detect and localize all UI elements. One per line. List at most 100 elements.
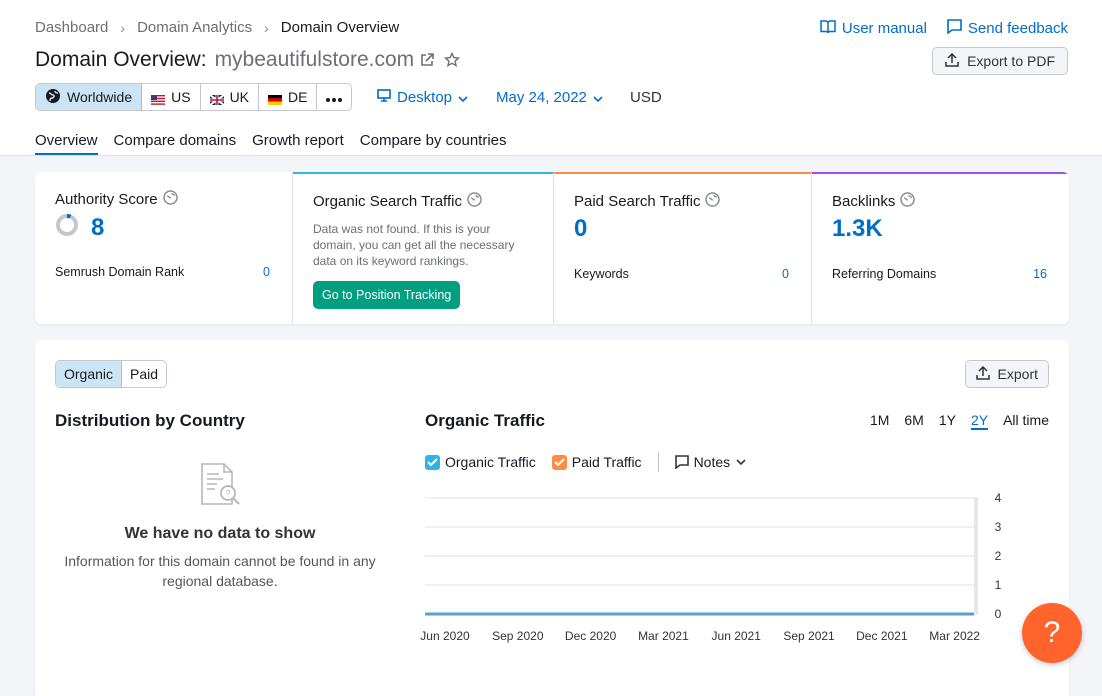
period-1m[interactable]: 1M — [870, 412, 889, 430]
db-us[interactable]: US — [142, 84, 201, 110]
organic-title: Organic Search Traffic — [313, 193, 462, 210]
organic-traffic-title: Organic Traffic — [425, 411, 545, 430]
period-2y[interactable]: 2Y — [970, 412, 989, 430]
no-data-block: ? We have no data to show Information fo… — [55, 460, 385, 591]
breadcrumb-current: Domain Overview — [280, 19, 400, 36]
info-icon[interactable] — [705, 192, 721, 211]
star-icon[interactable] — [444, 52, 461, 68]
domain-rank-label: Semrush Domain Rank — [55, 265, 185, 279]
go-to-position-tracking-button[interactable]: Go to Position Tracking — [313, 281, 461, 309]
globe-icon — [45, 88, 61, 107]
title-label: Domain Overview: — [35, 48, 207, 71]
db-de[interactable]: DE — [259, 84, 318, 110]
no-data-text: Information for this domain cannot be fo… — [64, 553, 376, 589]
organic-no-data-text: Data was not found. If this is your doma… — [313, 222, 515, 268]
legend-organic-traffic[interactable]: Organic Traffic — [425, 454, 536, 470]
info-icon[interactable] — [467, 192, 482, 211]
user-manual-link[interactable]: User manual — [820, 19, 927, 38]
device-label: Desktop — [397, 89, 453, 106]
chevron-down-icon — [458, 89, 468, 106]
db-uk[interactable]: UK — [200, 84, 260, 110]
document-search-icon: ? — [194, 463, 246, 516]
notes-dropdown[interactable]: Notes — [674, 454, 747, 470]
referring-domains-value[interactable]: 16 — [1033, 267, 1047, 281]
x-tick-label: Jun 2020 — [420, 629, 470, 643]
notes-label: Notes — [693, 454, 731, 470]
us-flag-icon — [151, 92, 166, 105]
organic-toggle-button[interactable]: Organic — [56, 361, 123, 387]
legend-paid-traffic[interactable]: Paid Traffic — [551, 454, 642, 470]
more-dots-icon — [326, 89, 343, 105]
tab-growth-report[interactable]: Growth report — [252, 132, 344, 155]
db-uk-label: UK — [229, 89, 250, 105]
db-worldwide[interactable]: Worldwide — [36, 84, 143, 110]
device-dropdown[interactable]: Desktop — [377, 89, 468, 106]
paid-title: Paid Search Traffic — [574, 193, 701, 210]
legend-divider — [657, 452, 659, 472]
paid-value[interactable]: 0 — [574, 215, 791, 243]
breadcrumb-domain-analytics[interactable]: Domain Analytics — [137, 19, 252, 36]
authority-score: 8 — [55, 213, 272, 242]
paid-traffic-card: Paid Search Traffic 0 Keywords 0 — [554, 172, 812, 324]
export-button[interactable]: Export — [964, 360, 1049, 388]
user-manual-label: User manual — [841, 20, 927, 37]
top-links: User manual Send feedback — [820, 19, 1068, 38]
authority-value[interactable]: 8 — [91, 214, 104, 242]
y-tick-label: 1 — [995, 578, 1002, 592]
period-1y[interactable]: 1Y — [939, 412, 956, 430]
x-tick-label: Sep 2020 — [492, 629, 544, 643]
external-link-icon[interactable] — [420, 53, 434, 67]
referring-domains-row: Referring Domains 16 — [832, 267, 1047, 281]
database-selector: Worldwide US UK DE — [35, 83, 353, 111]
card-title: Paid Search Traffic — [574, 192, 791, 211]
period-selector: 1M 6M 1Y 2Y All time — [870, 412, 1049, 430]
tab-compare-by-countries[interactable]: Compare by countries — [360, 132, 507, 155]
period-6m[interactable]: 6M — [904, 412, 923, 430]
referring-domains-label: Referring Domains — [832, 267, 937, 281]
db-more-button[interactable] — [317, 84, 352, 110]
card-title: Authority Score — [55, 190, 272, 209]
backlinks-value[interactable]: 1.3K — [832, 215, 1049, 243]
organic-traffic-chart: 0 1 2 3 4 Jun 2020 Sep 2020 Dec 2020 Mar 2021 Jun… — [420, 491, 1002, 643]
domain-name: mybeautifulstore.com — [214, 48, 415, 71]
x-tick-label: Jun 2021 — [712, 629, 762, 643]
legend-organic-label: Organic Traffic — [445, 454, 536, 470]
page-title: Domain Overview: mybeautifulstore.com — [35, 48, 461, 72]
db-worldwide-label: Worldwide — [67, 89, 133, 105]
breadcrumb-dashboard[interactable]: Dashboard — [35, 19, 108, 36]
domain-rank-value[interactable]: 0 — [263, 265, 270, 279]
info-icon[interactable] — [900, 192, 916, 211]
chevron-down-icon — [736, 459, 746, 465]
tab-overview[interactable]: Overview — [35, 132, 98, 155]
send-feedback-link[interactable]: Send feedback — [947, 19, 1068, 38]
paid-toggle-button[interactable]: Paid — [122, 361, 166, 387]
card-title: Backlinks — [832, 192, 1049, 211]
chart-legend: Organic Traffic Paid Traffic Notes — [425, 452, 762, 472]
de-flag-icon — [268, 92, 283, 105]
tab-compare-domains[interactable]: Compare domains — [114, 132, 237, 155]
domain-rank-row: Semrush Domain Rank 0 — [55, 265, 270, 279]
checkbox-checked-icon — [425, 454, 440, 470]
keywords-value[interactable]: 0 — [782, 267, 789, 281]
info-icon[interactable] — [162, 190, 178, 209]
legend-paid-label: Paid Traffic — [571, 454, 642, 470]
db-us-label: US — [171, 89, 191, 105]
page-header: Dashboard › Domain Analytics › Domain Ov… — [0, 0, 1102, 156]
period-all-time[interactable]: All time — [1003, 412, 1049, 430]
distribution-title: Distribution by Country — [55, 411, 245, 430]
help-button[interactable]: ? — [1022, 603, 1082, 663]
checkbox-checked-icon — [551, 454, 567, 470]
uk-flag-icon — [208, 92, 225, 106]
export-pdf-button[interactable]: Export to PDF — [932, 47, 1068, 75]
x-tick-label: Mar 2022 — [929, 629, 980, 643]
export-label: Export — [997, 366, 1038, 382]
book-icon — [820, 19, 836, 38]
breadcrumb: Dashboard › Domain Analytics › Domain Ov… — [35, 19, 399, 36]
authority-title: Authority Score — [55, 191, 158, 208]
y-tick-label: 4 — [995, 491, 1002, 505]
note-icon — [674, 455, 689, 469]
backlinks-card: Backlinks 1.3K Referring Domains 16 — [812, 172, 1069, 324]
x-tick-label: Sep 2021 — [783, 629, 835, 643]
date-dropdown[interactable]: May 24, 2022 — [496, 89, 603, 106]
summary-cards: Authority Score 8 Semrush Domain Rank 0 … — [35, 172, 1069, 324]
